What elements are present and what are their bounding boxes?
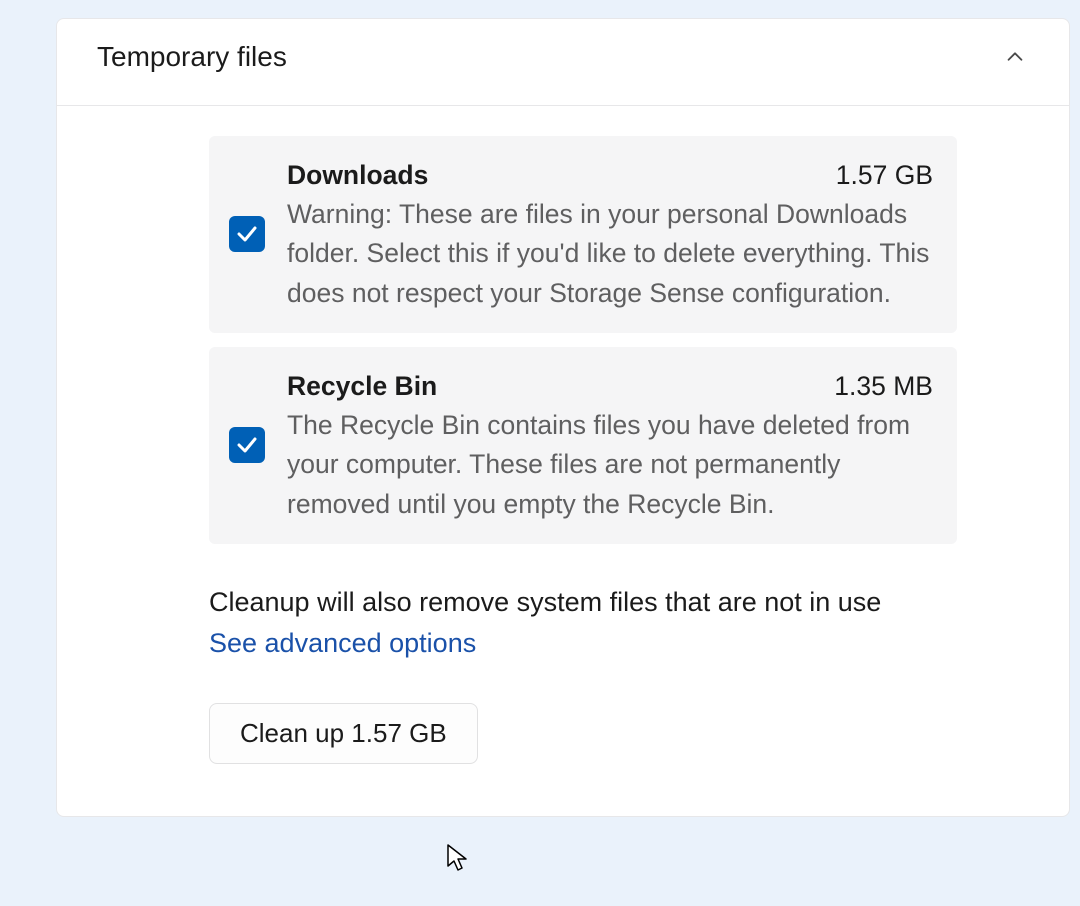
item-size: 1.35 MB	[834, 367, 933, 406]
item-size: 1.57 GB	[836, 156, 933, 195]
file-category-item-downloads: Downloads 1.57 GB Warning: These are fil…	[209, 136, 957, 333]
clean-up-button[interactable]: Clean up 1.57 GB	[209, 703, 478, 764]
panel-header-toggle[interactable]: Temporary files	[57, 19, 1069, 106]
cleanup-note: Cleanup will also remove system files th…	[209, 582, 957, 623]
temporary-files-panel: Temporary files Downloads 1.57 GB Warnin…	[56, 18, 1070, 817]
chevron-up-icon	[1001, 43, 1029, 71]
panel-title: Temporary files	[97, 41, 287, 73]
item-text: Downloads 1.57 GB Warning: These are fil…	[287, 156, 933, 313]
item-title: Recycle Bin	[287, 367, 437, 406]
item-text: Recycle Bin 1.35 MB The Recycle Bin cont…	[287, 367, 933, 524]
file-category-item-recycle-bin: Recycle Bin 1.35 MB The Recycle Bin cont…	[209, 347, 957, 544]
checkbox-downloads[interactable]	[229, 216, 265, 252]
checkbox-recycle-bin[interactable]	[229, 427, 265, 463]
item-description: Warning: These are files in your persona…	[287, 195, 933, 313]
item-title: Downloads	[287, 156, 428, 195]
panel-body: Downloads 1.57 GB Warning: These are fil…	[57, 106, 1069, 816]
mouse-cursor-icon	[447, 844, 471, 874]
item-description: The Recycle Bin contains files you have …	[287, 406, 933, 524]
see-advanced-options-link[interactable]: See advanced options	[209, 628, 476, 659]
